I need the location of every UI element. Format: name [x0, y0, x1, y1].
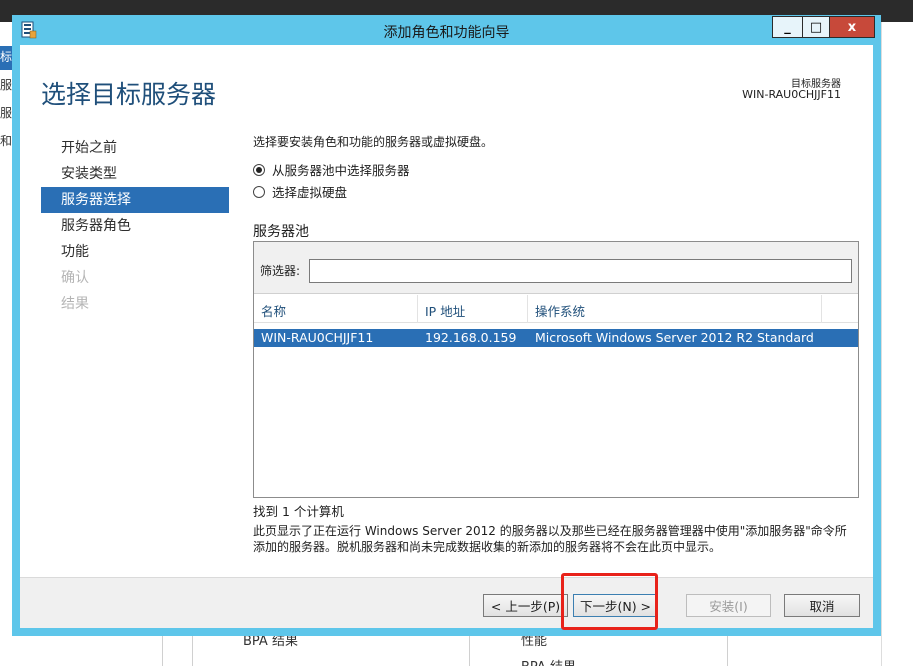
- nav-step-features[interactable]: 功能: [41, 239, 229, 265]
- description-text: 此页显示了正在运行 Windows Server 2012 的服务器以及那些已经…: [253, 524, 847, 554]
- background-divider: [162, 636, 163, 666]
- nav-step-before-you-begin[interactable]: 开始之前: [41, 135, 229, 161]
- cell-operating-system: Microsoft Windows Server 2012 R2 Standar…: [535, 330, 814, 345]
- title-bar[interactable]: 添加角色和功能向导 _ □ x: [12, 15, 881, 45]
- radio-vhd-label: 选择虚拟硬盘: [272, 185, 348, 200]
- wizard-footer: < 上一步(P) 下一步(N) > 安装(I) 取消: [20, 577, 873, 628]
- background-nav-item[interactable]: 标: [0, 48, 12, 65]
- nav-step-server-roles[interactable]: 服务器角色: [41, 213, 229, 239]
- background-nav-item[interactable]: 服: [0, 76, 12, 93]
- radio-server-pool-option[interactable]: 从服务器池中选择服务器: [253, 160, 410, 179]
- filter-input[interactable]: [309, 259, 852, 283]
- background-right-panel: [881, 22, 913, 666]
- destination-server-value: WIN-RAU0CHJJF11: [742, 88, 841, 101]
- wizard-steps-nav: 开始之前 安装类型 服务器选择 服务器角色 功能 确认 结果: [41, 135, 229, 317]
- background-bottom-panel: [12, 636, 881, 666]
- column-header-ip[interactable]: IP 地址: [425, 301, 465, 320]
- wizard-window: 添加角色和功能向导 _ □ x 选择目标服务器 目标服务器 WIN-RAU0CH…: [12, 15, 881, 636]
- nav-step-installation-type[interactable]: 安装类型: [41, 161, 229, 187]
- cancel-button[interactable]: 取消: [784, 594, 860, 617]
- column-divider[interactable]: [527, 295, 528, 323]
- close-button[interactable]: x: [829, 16, 875, 38]
- annotation-highlight-box: [561, 573, 658, 630]
- nav-step-server-selection[interactable]: 服务器选择: [41, 187, 229, 213]
- server-pool-grid: 筛选器: 名称 IP 地址 操作系统 WIN-RAU0CHJJF11 192.1…: [253, 241, 859, 498]
- cell-server-name: WIN-RAU0CHJJF11: [261, 330, 374, 345]
- page-title: 选择目标服务器: [41, 80, 217, 109]
- window-title: 添加角色和功能向导: [383, 25, 510, 41]
- background-bpa-label: BPA 结果: [521, 656, 576, 666]
- background-nav-item[interactable]: 和: [0, 132, 12, 149]
- column-header-name[interactable]: 名称: [261, 301, 286, 320]
- radio-server-pool-label: 从服务器池中选择服务器: [272, 163, 410, 178]
- filter-bar: 筛选器:: [254, 242, 858, 294]
- column-divider[interactable]: [821, 295, 822, 323]
- background-nav-item[interactable]: 服: [0, 104, 12, 121]
- maximize-button[interactable]: □: [802, 16, 830, 38]
- install-button: 安装(I): [686, 594, 771, 617]
- background-divider: [727, 636, 728, 666]
- radio-vhd[interactable]: [253, 185, 265, 198]
- filter-label: 筛选器:: [260, 264, 301, 278]
- radio-vhd-option[interactable]: 选择虚拟硬盘: [253, 182, 347, 201]
- background-divider: [469, 636, 470, 666]
- radio-server-pool[interactable]: [253, 163, 265, 176]
- found-count-text: 找到 1 个计算机: [253, 504, 344, 519]
- nav-step-results: 结果: [61, 296, 89, 312]
- intro-text: 选择要安装角色和功能的服务器或虚拟硬盘。: [253, 135, 494, 149]
- previous-button[interactable]: < 上一步(P): [483, 594, 568, 617]
- minimize-button[interactable]: _: [772, 16, 803, 38]
- column-divider[interactable]: [417, 295, 418, 323]
- cell-ip-address: 192.168.0.159: [425, 330, 517, 345]
- nav-step-confirmation: 确认: [61, 270, 89, 286]
- column-header-os[interactable]: 操作系统: [535, 301, 585, 320]
- wizard-client-area: 选择目标服务器 目标服务器 WIN-RAU0CHJJF11 开始之前 安装类型 …: [20, 45, 873, 628]
- table-row[interactable]: WIN-RAU0CHJJF11 192.168.0.159 Microsoft …: [254, 329, 858, 347]
- server-pool-label: 服务器池: [253, 224, 309, 240]
- grid-header: 名称 IP 地址 操作系统: [254, 295, 858, 323]
- background-divider: [192, 636, 193, 666]
